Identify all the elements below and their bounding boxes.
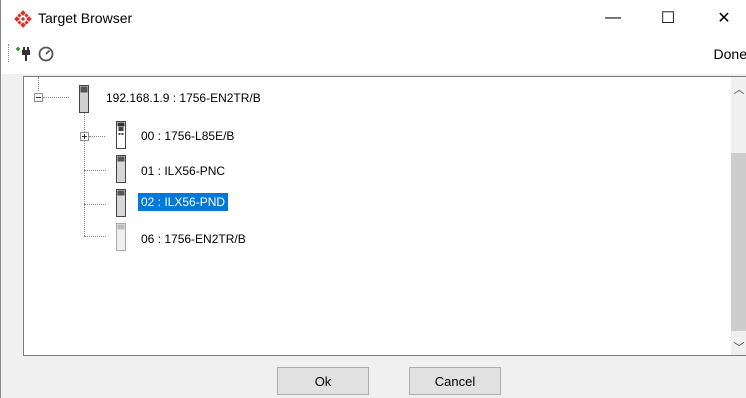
ok-button[interactable]: Ok bbox=[277, 367, 369, 395]
cancel-button[interactable]: Cancel bbox=[409, 367, 501, 395]
ok-button-label: Ok bbox=[314, 373, 332, 389]
tree-line bbox=[43, 97, 69, 98]
scrollbar-thumb[interactable] bbox=[731, 153, 746, 331]
tree-node-label-selected[interactable]: 02 : ILX56-PND bbox=[138, 193, 229, 211]
module-icon bbox=[116, 189, 126, 217]
module-icon bbox=[116, 155, 126, 183]
refresh-icon[interactable] bbox=[36, 44, 56, 64]
window-title: Target Browser bbox=[38, 10, 133, 26]
tree-root-label[interactable]: 192.168.1.9 : 1756-EN2TR/B bbox=[106, 91, 261, 105]
scroll-down-icon[interactable]: ﹀ bbox=[733, 339, 745, 354]
toolbar-grip[interactable] bbox=[8, 44, 11, 62]
tree-line bbox=[84, 204, 106, 205]
tree-line bbox=[84, 170, 106, 171]
collapse-root-icon[interactable] bbox=[34, 93, 43, 102]
disabled-module-icon bbox=[116, 223, 126, 251]
prosoft-logo-icon bbox=[14, 10, 32, 28]
done-button[interactable]: Done bbox=[714, 46, 746, 62]
tree-line bbox=[89, 136, 105, 137]
expand-node-icon[interactable] bbox=[80, 132, 89, 141]
ethernet-module-icon bbox=[79, 85, 89, 113]
toolbar: Done bbox=[1, 36, 746, 74]
device-tree[interactable]: 192.168.1.9 : 1756-EN2TR/B 00 : 1756-L85… bbox=[23, 76, 746, 356]
maximize-icon: ☐ bbox=[660, 10, 676, 27]
tree-node-label[interactable]: 06 : 1756-EN2TR/B bbox=[141, 232, 246, 246]
target-browser-window: Target Browser — ☐ ✕ Done 192.168.1.9: … bbox=[0, 0, 746, 398]
minimize-icon: — bbox=[605, 9, 621, 26]
scroll-up-icon[interactable]: ︿ bbox=[733, 81, 745, 96]
connect-plug-icon[interactable] bbox=[14, 44, 34, 64]
controller-module-icon bbox=[116, 121, 126, 149]
tree-line bbox=[84, 236, 106, 237]
maximize-button[interactable]: ☐ bbox=[645, 0, 691, 36]
close-icon: ✕ bbox=[717, 10, 731, 27]
vertical-scrollbar[interactable]: ︿ ﹀ bbox=[731, 77, 746, 355]
tree-line bbox=[38, 77, 39, 91]
title-bar: Target Browser — ☐ ✕ bbox=[1, 0, 746, 36]
minimize-button[interactable]: — bbox=[590, 0, 636, 36]
tree-node-label[interactable]: 00 : 1756-L85E/B bbox=[141, 129, 234, 143]
tree-node-label[interactable]: 01 : ILX56-PNC bbox=[141, 164, 225, 178]
cancel-button-label: Cancel bbox=[434, 373, 476, 389]
close-button[interactable]: ✕ bbox=[701, 0, 746, 36]
